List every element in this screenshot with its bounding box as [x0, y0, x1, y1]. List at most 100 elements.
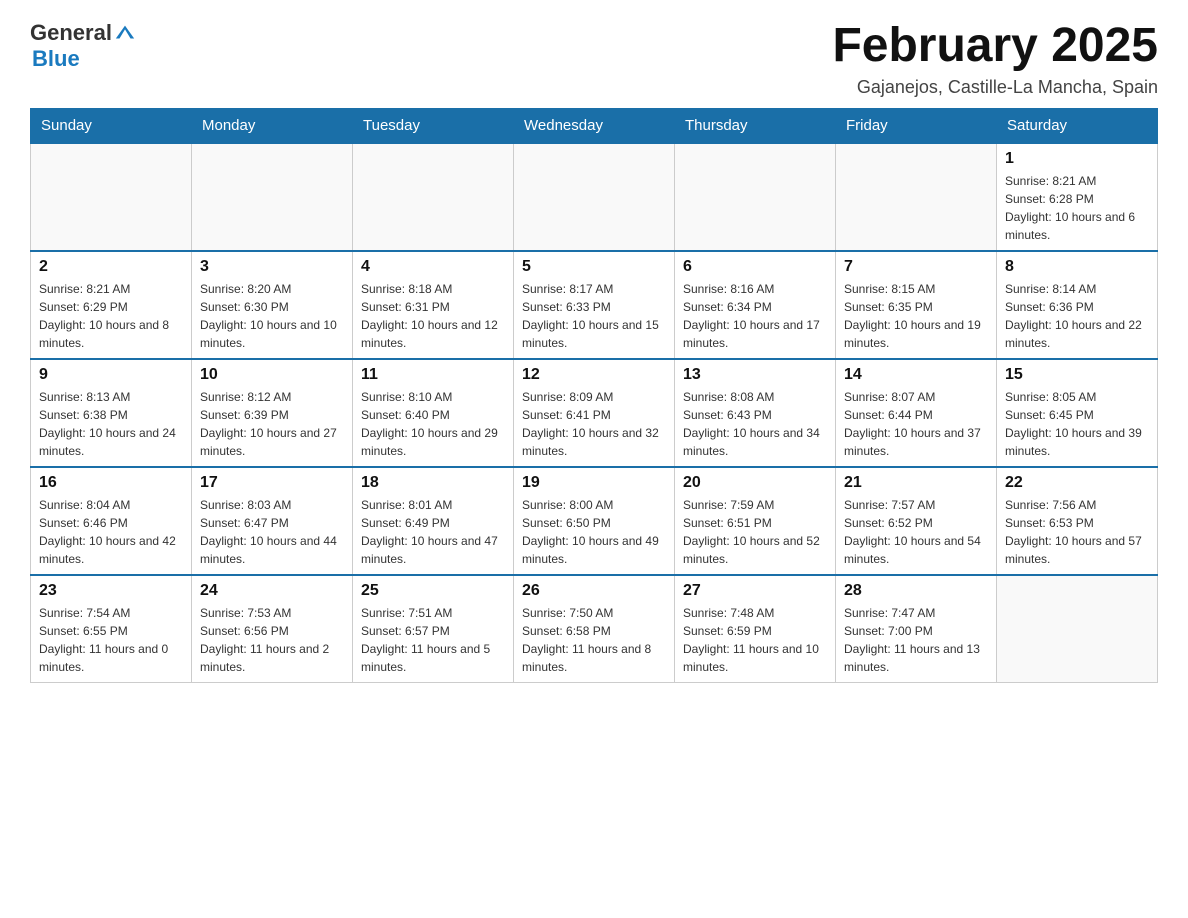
calendar-day: 11 Sunrise: 8:10 AM Sunset: 6:40 PM Dayli… — [353, 359, 514, 467]
day-info: Sunrise: 7:59 AM Sunset: 6:51 PM Dayligh… — [683, 496, 827, 568]
day-number: 9 — [39, 366, 183, 384]
day-number: 23 — [39, 582, 183, 600]
day-number: 5 — [522, 258, 666, 276]
day-number: 18 — [361, 474, 505, 492]
logo-blue-text: Blue — [32, 46, 80, 72]
calendar-day: 1Sunrise: 8:21 AM Sunset: 6:28 PM Daylig… — [997, 143, 1158, 251]
day-number: 24 — [200, 582, 344, 600]
day-info: Sunrise: 8:17 AM Sunset: 6:33 PM Dayligh… — [522, 280, 666, 352]
day-info: Sunrise: 8:01 AM Sunset: 6:49 PM Dayligh… — [361, 496, 505, 568]
day-number: 6 — [683, 258, 827, 276]
calendar-day: 8 Sunrise: 8:14 AM Sunset: 6:36 PM Daylig… — [997, 251, 1158, 359]
day-number: 15 — [1005, 366, 1149, 384]
calendar-day — [997, 575, 1158, 683]
calendar-day: 24 Sunrise: 7:53 AM Sunset: 6:56 PM Dayli… — [192, 575, 353, 683]
calendar-day: 9 Sunrise: 8:13 AM Sunset: 6:38 PM Daylig… — [31, 359, 192, 467]
calendar-day: 6Sunrise: 8:16 AM Sunset: 6:34 PM Daylig… — [675, 251, 836, 359]
calendar-day: 23 Sunrise: 7:54 AM Sunset: 6:55 PM Dayli… — [31, 575, 192, 683]
calendar-day — [675, 143, 836, 251]
day-number: 14 — [844, 366, 988, 384]
logo-general-text: General — [30, 20, 112, 46]
day-number: 26 — [522, 582, 666, 600]
calendar-day: 5 Sunrise: 8:17 AM Sunset: 6:33 PM Daylig… — [514, 251, 675, 359]
day-info: Sunrise: 7:54 AM Sunset: 6:55 PM Dayligh… — [39, 604, 183, 676]
calendar-day: 28 Sunrise: 7:47 AM Sunset: 7:00 PM Dayli… — [836, 575, 997, 683]
calendar-week-row: 1Sunrise: 8:21 AM Sunset: 6:28 PM Daylig… — [31, 143, 1158, 251]
month-title: February 2025 — [832, 20, 1158, 73]
col-tuesday: Tuesday — [353, 108, 514, 143]
calendar-day — [353, 143, 514, 251]
calendar-day: 18 Sunrise: 8:01 AM Sunset: 6:49 PM Dayli… — [353, 467, 514, 575]
day-info: Sunrise: 8:08 AM Sunset: 6:43 PM Dayligh… — [683, 388, 827, 460]
calendar-day — [31, 143, 192, 251]
day-info: Sunrise: 8:15 AM Sunset: 6:35 PM Dayligh… — [844, 280, 988, 352]
logo: General Blue — [30, 20, 136, 72]
day-info: Sunrise: 8:00 AM Sunset: 6:50 PM Dayligh… — [522, 496, 666, 568]
day-info: Sunrise: 7:53 AM Sunset: 6:56 PM Dayligh… — [200, 604, 344, 676]
day-number: 4 — [361, 258, 505, 276]
day-number: 12 — [522, 366, 666, 384]
calendar-header-row: Sunday Monday Tuesday Wednesday Thursday… — [31, 108, 1158, 143]
day-info: Sunrise: 8:20 AM Sunset: 6:30 PM Dayligh… — [200, 280, 344, 352]
day-info: Sunrise: 8:04 AM Sunset: 6:46 PM Dayligh… — [39, 496, 183, 568]
col-sunday: Sunday — [31, 108, 192, 143]
day-number: 28 — [844, 582, 988, 600]
day-number: 17 — [200, 474, 344, 492]
col-thursday: Thursday — [675, 108, 836, 143]
day-number: 11 — [361, 366, 505, 384]
calendar-week-row: 2 Sunrise: 8:21 AM Sunset: 6:29 PM Daylig… — [31, 251, 1158, 359]
day-number: 8 — [1005, 258, 1149, 276]
calendar-day: 27Sunrise: 7:48 AM Sunset: 6:59 PM Dayli… — [675, 575, 836, 683]
calendar-day: 2 Sunrise: 8:21 AM Sunset: 6:29 PM Daylig… — [31, 251, 192, 359]
day-number: 21 — [844, 474, 988, 492]
day-number: 1 — [1005, 150, 1149, 168]
day-number: 27 — [683, 582, 827, 600]
col-saturday: Saturday — [997, 108, 1158, 143]
calendar-day: 4 Sunrise: 8:18 AM Sunset: 6:31 PM Daylig… — [353, 251, 514, 359]
day-number: 20 — [683, 474, 827, 492]
day-info: Sunrise: 8:10 AM Sunset: 6:40 PM Dayligh… — [361, 388, 505, 460]
day-number: 2 — [39, 258, 183, 276]
calendar-day: 26 Sunrise: 7:50 AM Sunset: 6:58 PM Dayli… — [514, 575, 675, 683]
calendar-day: 17 Sunrise: 8:03 AM Sunset: 6:47 PM Dayli… — [192, 467, 353, 575]
day-info: Sunrise: 8:18 AM Sunset: 6:31 PM Dayligh… — [361, 280, 505, 352]
day-info: Sunrise: 8:21 AM Sunset: 6:29 PM Dayligh… — [39, 280, 183, 352]
page-header: General Blue February 2025 Gajanejos, Ca… — [30, 20, 1158, 98]
calendar-day: 14Sunrise: 8:07 AM Sunset: 6:44 PM Dayli… — [836, 359, 997, 467]
calendar-day: 12 Sunrise: 8:09 AM Sunset: 6:41 PM Dayli… — [514, 359, 675, 467]
day-info: Sunrise: 8:03 AM Sunset: 6:47 PM Dayligh… — [200, 496, 344, 568]
day-info: Sunrise: 7:47 AM Sunset: 7:00 PM Dayligh… — [844, 604, 988, 676]
day-info: Sunrise: 7:50 AM Sunset: 6:58 PM Dayligh… — [522, 604, 666, 676]
calendar-day: 15Sunrise: 8:05 AM Sunset: 6:45 PM Dayli… — [997, 359, 1158, 467]
day-number: 13 — [683, 366, 827, 384]
day-info: Sunrise: 8:13 AM Sunset: 6:38 PM Dayligh… — [39, 388, 183, 460]
day-info: Sunrise: 7:57 AM Sunset: 6:52 PM Dayligh… — [844, 496, 988, 568]
logo-icon — [114, 22, 136, 44]
calendar-day: 25Sunrise: 7:51 AM Sunset: 6:57 PM Dayli… — [353, 575, 514, 683]
calendar-day — [836, 143, 997, 251]
calendar-table: Sunday Monday Tuesday Wednesday Thursday… — [30, 108, 1158, 683]
calendar-day: 16Sunrise: 8:04 AM Sunset: 6:46 PM Dayli… — [31, 467, 192, 575]
day-info: Sunrise: 8:12 AM Sunset: 6:39 PM Dayligh… — [200, 388, 344, 460]
day-info: Sunrise: 8:09 AM Sunset: 6:41 PM Dayligh… — [522, 388, 666, 460]
day-number: 3 — [200, 258, 344, 276]
day-info: Sunrise: 8:14 AM Sunset: 6:36 PM Dayligh… — [1005, 280, 1149, 352]
calendar-day: 7 Sunrise: 8:15 AM Sunset: 6:35 PM Daylig… — [836, 251, 997, 359]
day-number: 10 — [200, 366, 344, 384]
calendar-day: 19 Sunrise: 8:00 AM Sunset: 6:50 PM Dayli… — [514, 467, 675, 575]
calendar-week-row: 16Sunrise: 8:04 AM Sunset: 6:46 PM Dayli… — [31, 467, 1158, 575]
calendar-week-row: 9 Sunrise: 8:13 AM Sunset: 6:38 PM Daylig… — [31, 359, 1158, 467]
location-title: Gajanejos, Castille-La Mancha, Spain — [832, 77, 1158, 98]
col-monday: Monday — [192, 108, 353, 143]
col-wednesday: Wednesday — [514, 108, 675, 143]
day-info: Sunrise: 7:51 AM Sunset: 6:57 PM Dayligh… — [361, 604, 505, 676]
day-number: 7 — [844, 258, 988, 276]
calendar-week-row: 23 Sunrise: 7:54 AM Sunset: 6:55 PM Dayli… — [31, 575, 1158, 683]
calendar-day: 21 Sunrise: 7:57 AM Sunset: 6:52 PM Dayli… — [836, 467, 997, 575]
day-info: Sunrise: 7:56 AM Sunset: 6:53 PM Dayligh… — [1005, 496, 1149, 568]
day-number: 19 — [522, 474, 666, 492]
calendar-day: 3 Sunrise: 8:20 AM Sunset: 6:30 PM Daylig… — [192, 251, 353, 359]
calendar-day: 20 Sunrise: 7:59 AM Sunset: 6:51 PM Dayli… — [675, 467, 836, 575]
calendar-day — [192, 143, 353, 251]
calendar-day: 22Sunrise: 7:56 AM Sunset: 6:53 PM Dayli… — [997, 467, 1158, 575]
